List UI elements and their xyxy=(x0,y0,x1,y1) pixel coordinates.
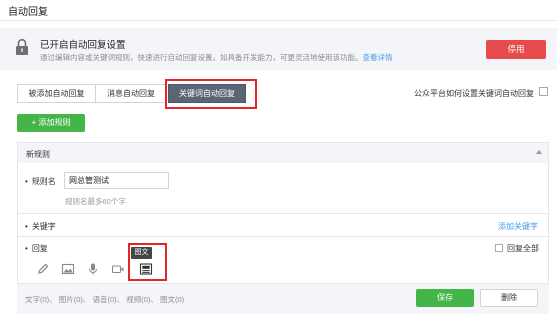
reply-all-label: 回复全部 xyxy=(507,244,539,253)
video-icon[interactable] xyxy=(111,262,125,276)
tab-highlight-box xyxy=(165,79,257,109)
tab-added-auto-reply[interactable]: 被添加自动回复 xyxy=(17,84,96,103)
rule-panel-title: 新规则 xyxy=(26,150,50,159)
disable-button[interactable]: 停用 xyxy=(486,40,546,59)
keyword-label: • 关键字 xyxy=(25,222,56,231)
delete-button[interactable]: 删除 xyxy=(480,289,538,307)
rule-name-hint: 规则名最多60个字 xyxy=(65,197,126,206)
view-details-link[interactable]: 查看详情 xyxy=(363,53,393,62)
pencil-icon[interactable] xyxy=(36,262,50,276)
status-title: 已开启自动回复设置 xyxy=(40,40,126,51)
rule-panel-header: 新规则 xyxy=(18,143,548,163)
microphone-icon[interactable] xyxy=(86,262,100,276)
tab-message-auto-reply[interactable]: 消息自动回复 xyxy=(95,84,167,103)
status-description: 通过编辑内容或关键词规则，快速进行自动回复设置。如具备开发能力，可更灵活地使用该… xyxy=(40,52,393,63)
add-keyword-link[interactable]: 添加关键字 xyxy=(498,221,538,232)
chevron-up-icon[interactable] xyxy=(536,150,542,154)
status-description-text: 通过编辑内容或关键词规则，快速进行自动回复设置。如具备开发能力，可更灵活地使用该… xyxy=(40,53,363,62)
reply-counts: 文字(0)、 图片(0)、 语音(0)、 视频(0)、 图文(0) xyxy=(25,295,185,304)
help-link[interactable]: 公众平台如何设置关键词自动回复 xyxy=(414,88,534,99)
add-rule-button[interactable]: + 添加规则 xyxy=(17,114,85,132)
divider xyxy=(17,236,549,237)
rule-name-label: • 规则名 xyxy=(25,177,56,186)
image-icon[interactable] xyxy=(61,262,75,276)
reply-all-checkbox[interactable] xyxy=(495,244,503,252)
news-highlight-box xyxy=(128,243,167,281)
divider xyxy=(17,213,549,214)
title-divider xyxy=(0,20,557,21)
page-title: 自动回复 xyxy=(8,7,48,18)
save-button[interactable]: 保存 xyxy=(416,289,474,307)
help-checkbox[interactable] xyxy=(539,87,548,96)
reply-label: • 回复 xyxy=(25,244,48,253)
add-rule-label: 添加规则 xyxy=(38,118,71,127)
auto-reply-status-panel: 已开启自动回复设置 通过编辑内容或关键词规则，快速进行自动回复设置。如具备开发能… xyxy=(0,28,557,70)
rule-name-input[interactable]: 网总管测试 xyxy=(64,172,169,189)
lock-icon xyxy=(16,38,28,55)
